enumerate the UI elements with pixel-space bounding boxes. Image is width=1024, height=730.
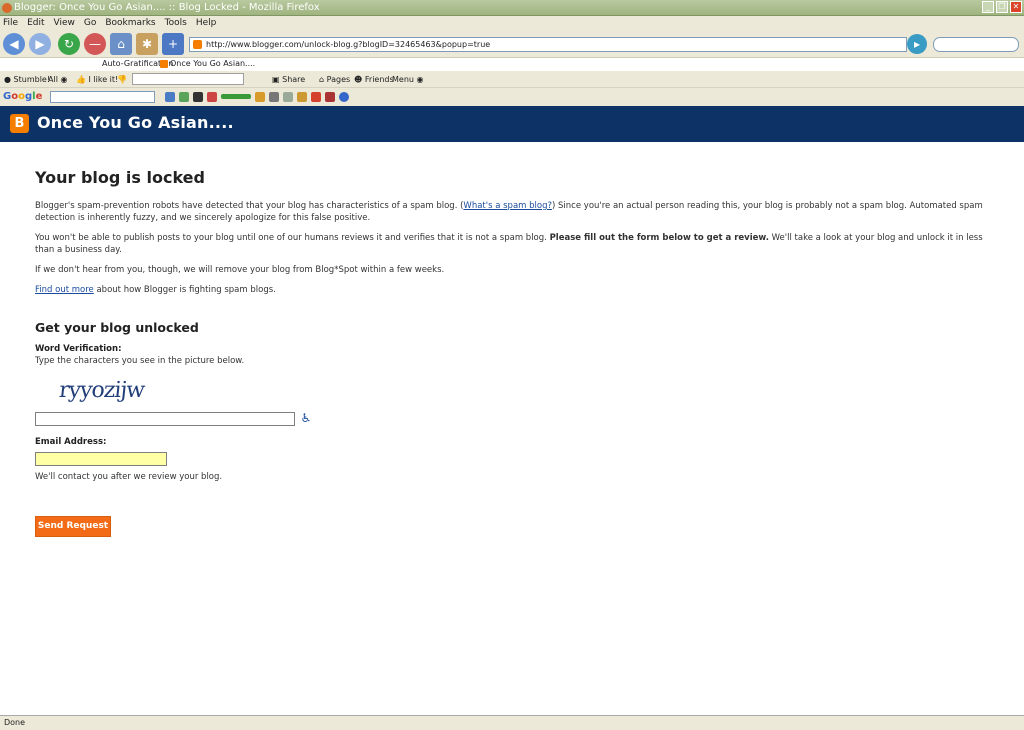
stumble-search-input[interactable] <box>132 73 244 85</box>
word-verification-label: Word Verification: <box>35 344 122 354</box>
window-titlebar: Blogger: Once You Go Asian.... :: Blog L… <box>0 0 1024 16</box>
friends-button[interactable]: ☻ Friends <box>354 71 394 88</box>
back-arrow-icon[interactable]: ◀ <box>3 33 25 55</box>
forward-arrow-icon[interactable]: ▶ <box>29 33 51 55</box>
send-request-button[interactable]: Send Request <box>35 515 111 537</box>
menu-tools[interactable]: Tools <box>165 16 187 30</box>
accessibility-icon[interactable]: ♿ <box>301 411 312 425</box>
restore-icon[interactable]: ❐ <box>996 1 1008 13</box>
status-bar: Done <box>0 715 1024 730</box>
home-icon[interactable]: ⌂ <box>110 33 132 55</box>
stumble-button[interactable]: ● Stumble! <box>4 71 50 88</box>
go-icon[interactable]: ▸ <box>907 34 927 54</box>
globe-icon[interactable] <box>339 92 349 102</box>
google-toolbar: Google <box>0 88 1024 106</box>
word-verification-hint: Type the characters you see in the pictu… <box>35 356 245 366</box>
main-content: Your blog is locked Blogger's spam-preve… <box>33 168 985 537</box>
stumbleupon-toolbar: ● Stumble! All ◉ 👍 I like it! 👎 ▣ Share … <box>0 71 1024 88</box>
spam-explanation: Blogger's spam-prevention robots have de… <box>35 201 983 223</box>
menu-view[interactable]: View <box>54 16 75 30</box>
blogger-favicon <box>160 60 168 68</box>
email-label: Email Address: <box>35 437 107 447</box>
settings-icon[interactable]: ✱ <box>136 33 158 55</box>
blog-title[interactable]: Once You Go Asian.... <box>37 113 234 132</box>
publishing-explanation: You won't be able to publish posts to yo… <box>35 233 983 255</box>
stop-icon[interactable]: — <box>84 33 106 55</box>
news-icon[interactable] <box>193 92 203 102</box>
pages-button[interactable]: ⌂ Pages <box>319 71 350 88</box>
blog-header: B Once You Go Asian.... <box>0 106 1024 142</box>
email-field[interactable] <box>35 452 167 466</box>
close-icon[interactable]: ✕ <box>1010 1 1022 13</box>
unlock-section-title: Get your blog unlocked <box>35 320 199 335</box>
tab-bar: Auto-Gratification Once You Go Asian.... <box>0 58 1024 70</box>
menu-bookmarks[interactable]: Bookmarks <box>105 16 155 30</box>
bookmark-icon[interactable] <box>207 92 217 102</box>
google-toolbar-icons <box>165 92 349 102</box>
spellcheck-icon[interactable] <box>255 92 265 102</box>
tab-label: Once You Go Asian.... <box>170 59 256 68</box>
blogger-logo-icon[interactable]: B <box>10 114 29 133</box>
word-verification-input[interactable] <box>35 412 295 426</box>
all-button[interactable]: All ◉ <box>48 71 67 88</box>
url-text: http://www.blogger.com/unlock-blog.g?blo… <box>206 40 491 49</box>
status-text: Done <box>4 718 26 727</box>
reload-icon[interactable]: ↻ <box>58 33 80 55</box>
menu-edit[interactable]: Edit <box>27 16 44 30</box>
autofill-icon[interactable] <box>269 92 279 102</box>
tab-once-you-go-asian[interactable]: Once You Go Asian.... <box>160 58 255 70</box>
google-search-input[interactable] <box>50 91 155 103</box>
popup-blocker-icon[interactable] <box>179 92 189 102</box>
find-out-more: Find out more about how Blogger is fight… <box>35 285 276 295</box>
navigation-toolbar: ◀ ▶ ↻ — ⌂ ✱ + http://www.blogger.com/unl… <box>0 30 1024 58</box>
removal-warning: If we don't hear from you, though, we wi… <box>35 265 445 275</box>
page-title: Your blog is locked <box>35 168 205 187</box>
menu-bar: File Edit View Go Bookmarks Tools Help <box>0 16 1024 30</box>
menu-help[interactable]: Help <box>196 16 217 30</box>
menu-go[interactable]: Go <box>84 16 96 30</box>
blogger-favicon <box>193 40 202 49</box>
firefox-icon <box>2 3 12 13</box>
pagerank-icon <box>221 94 251 99</box>
find-out-more-link[interactable]: Find out more <box>35 285 94 295</box>
window-controls: _ ❐ ✕ <box>982 1 1022 13</box>
blogger-toolbar-icon[interactable] <box>297 92 307 102</box>
contact-note: We'll contact you after we review your b… <box>35 471 223 482</box>
dislike-icon[interactable]: 👎 <box>117 71 127 88</box>
search-input[interactable] <box>933 37 1019 52</box>
google-search-icon[interactable] <box>165 92 175 102</box>
captcha-image: ryyozijw <box>33 374 157 410</box>
url-bar[interactable]: http://www.blogger.com/unlock-blog.g?blo… <box>189 37 907 52</box>
google-logo[interactable]: Google <box>3 88 42 106</box>
window-title: Blogger: Once You Go Asian.... :: Blog L… <box>14 2 320 13</box>
add-icon[interactable]: + <box>162 33 184 55</box>
block-icon[interactable] <box>325 92 335 102</box>
menu-file[interactable]: File <box>3 16 18 30</box>
menu-button[interactable]: Menu ◉ <box>392 71 424 88</box>
minimize-icon[interactable]: _ <box>982 1 994 13</box>
share-button[interactable]: ▣ Share <box>272 71 305 88</box>
like-button[interactable]: 👍 I like it! <box>76 71 118 88</box>
translate-icon[interactable] <box>283 92 293 102</box>
whats-a-spam-blog-link[interactable]: What's a spam blog? <box>463 201 552 211</box>
gmail-icon[interactable] <box>311 92 321 102</box>
